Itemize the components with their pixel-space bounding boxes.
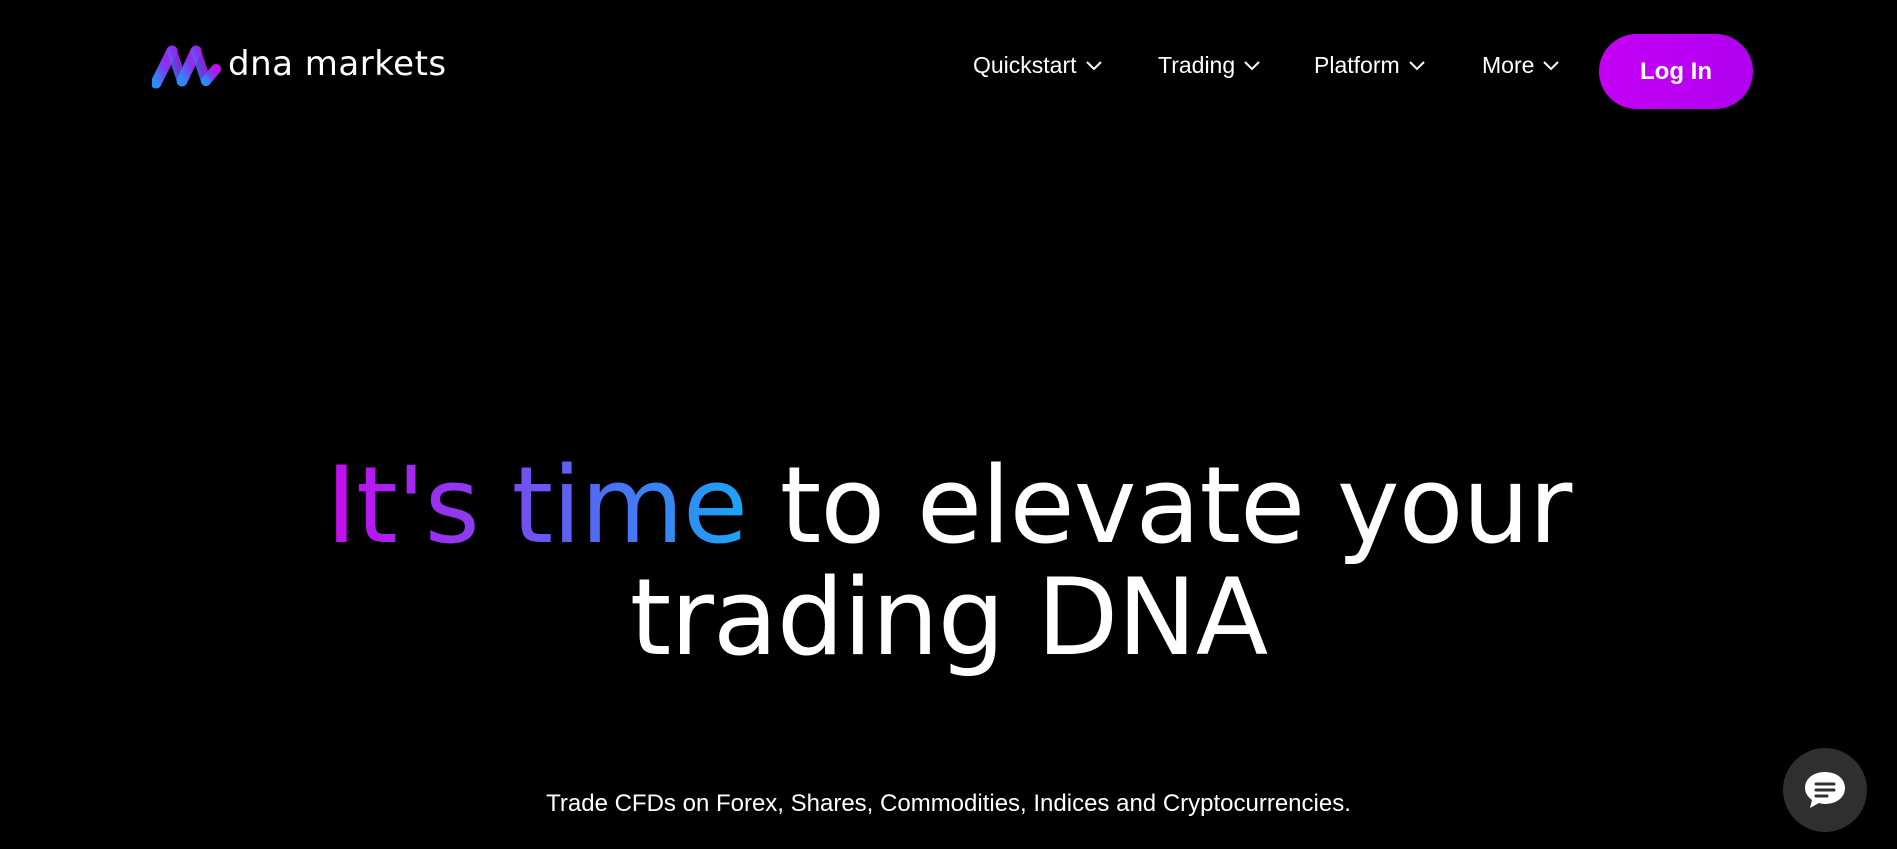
hero-headline-line1: It's time to elevate your [0, 450, 1897, 562]
nav-item-label: More [1482, 51, 1535, 78]
nav-item-quickstart[interactable]: Quickstart [973, 48, 1103, 82]
chevron-down-icon [1085, 61, 1102, 71]
login-button[interactable]: Log In [1599, 34, 1753, 109]
dna-logo-icon [152, 45, 221, 89]
hero-headline-rest: to elevate your [747, 444, 1573, 567]
chevron-down-icon [1543, 61, 1560, 71]
page: dna markets Quickstart Trading Platform … [0, 0, 1897, 849]
nav-item-more[interactable]: More [1482, 48, 1560, 82]
hero-subtitle: Trade CFDs on Forex, Shares, Commodities… [546, 790, 1351, 817]
chevron-down-icon [1244, 61, 1260, 71]
nav-item-label: Quickstart [973, 51, 1077, 78]
brand-name: dna markets [228, 44, 447, 84]
nav-item-label: Platform [1314, 51, 1400, 78]
hero-headline-highlight: It's time [325, 444, 748, 567]
chevron-down-icon [1408, 61, 1425, 71]
chat-button[interactable] [1783, 748, 1867, 832]
chat-bubble-icon [1805, 772, 1845, 808]
hero-headline-line2: trading DNA [629, 556, 1268, 679]
nav-item-platform[interactable]: Platform [1314, 48, 1426, 82]
hero-section: It's time to elevate your trading DNA [0, 450, 1897, 674]
nav-item-trading[interactable]: Trading [1158, 48, 1261, 82]
brand-logo[interactable]: dna markets [152, 42, 447, 92]
site-header: dna markets Quickstart Trading Platform … [0, 0, 1897, 140]
nav-item-label: Trading [1158, 51, 1236, 78]
